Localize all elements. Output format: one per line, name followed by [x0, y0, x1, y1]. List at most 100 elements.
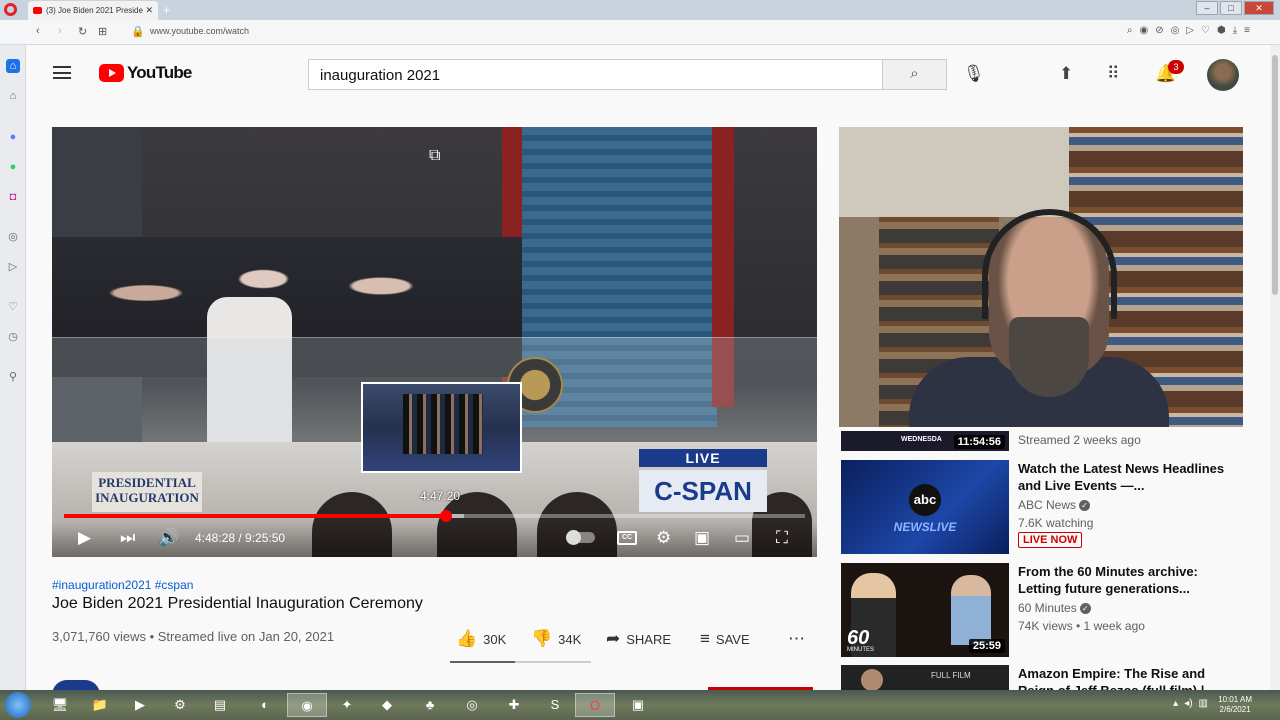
skype-icon[interactable]: S: [535, 693, 575, 717]
seek-preview-thumbnail: [361, 382, 522, 473]
send-icon[interactable]: ▷: [1186, 25, 1194, 36]
download-icon[interactable]: ⤓: [1233, 25, 1237, 36]
volume-icon[interactable]: 🔊: [158, 528, 179, 548]
sidebar-video-4[interactable]: FULL FILM Amazon Empire: The Rise and Re…: [839, 665, 1243, 690]
messenger-icon[interactable]: ●: [6, 130, 20, 144]
miniplayer-icon[interactable]: ⧉: [429, 147, 440, 165]
network-icon[interactable]: ▥: [1199, 698, 1208, 709]
live-now-badge: LIVE NOW: [1018, 532, 1083, 548]
hashtags[interactable]: #inauguration2021 #cspan: [52, 578, 193, 592]
video-title[interactable]: Watch the Latest News Headlines and Live…: [1018, 460, 1238, 494]
taskbar-app-icon[interactable]: ✦: [327, 693, 367, 717]
adblock-icon[interactable]: ⊘: [1155, 25, 1163, 36]
like-button[interactable]: 👍 30K: [456, 629, 506, 649]
video-duration: 25:59: [968, 639, 1005, 653]
browser-tab-bar: (3) Joe Biden 2021 Preside ✕ + – □ ✕: [0, 0, 1280, 20]
search-page-icon[interactable]: ⌕: [1127, 25, 1133, 36]
url-field[interactable]: www.youtube.com/watch: [150, 26, 249, 36]
taskbar-app-icon[interactable]: ⚙: [160, 693, 200, 717]
more-actions-icon[interactable]: ⋯: [788, 629, 805, 649]
close-tab-icon[interactable]: ✕: [145, 5, 153, 16]
next-icon[interactable]: ⏭: [120, 528, 135, 548]
reload-icon[interactable]: ↻: [78, 25, 87, 38]
file-explorer-icon[interactable]: 📁: [80, 693, 120, 717]
taskbar-app-icon[interactable]: ▤: [200, 693, 240, 717]
forward-icon[interactable]: ›: [58, 25, 62, 37]
tray-arrow-icon[interactable]: ▴: [1173, 698, 1178, 709]
taskbar-app-icon[interactable]: ♣: [410, 693, 450, 717]
tab-title: (3) Joe Biden 2021 Preside: [46, 6, 143, 15]
minimize-button[interactable]: –: [1196, 1, 1218, 15]
taskbar-app-icon[interactable]: ◐: [245, 693, 285, 717]
captions-button[interactable]: CC: [617, 531, 637, 545]
dislike-button[interactable]: 👎 34K: [531, 629, 581, 649]
volume-tray-icon[interactable]: ◂): [1184, 698, 1192, 709]
apps-grid-icon[interactable]: ⠿: [1107, 64, 1119, 84]
start-button[interactable]: [5, 692, 31, 718]
media-player-icon[interactable]: ▶: [120, 693, 160, 717]
verified-check-icon: ✓: [1079, 603, 1091, 615]
avatar[interactable]: [1207, 59, 1239, 91]
home-icon[interactable]: ⌂: [6, 59, 20, 73]
taskbar-app-icon[interactable]: ◉: [287, 693, 327, 717]
flow-icon[interactable]: ▷: [6, 260, 20, 274]
autoplay-toggle[interactable]: [566, 530, 595, 545]
menu-icon[interactable]: ≡: [1244, 25, 1250, 36]
pin-icon[interactable]: ⚲: [6, 370, 20, 384]
scrollbar-thumb[interactable]: [1272, 55, 1278, 295]
search-input[interactable]: inauguration 2021: [308, 59, 883, 90]
taskbar-app-icon[interactable]: ▣: [618, 693, 658, 717]
channel-name[interactable]: ABC News ✓: [1018, 498, 1091, 512]
taskbar-clock[interactable]: 10:01 AM 2/6/2021: [1218, 695, 1252, 715]
youtube-logo[interactable]: YouTube: [99, 63, 192, 83]
search-button[interactable]: ⌕: [882, 59, 947, 90]
taskbar-app-icon[interactable]: ◎: [452, 693, 492, 717]
playlist-add-icon: ≡: [700, 629, 710, 648]
search-icon: ⌕: [910, 65, 919, 82]
heart-icon[interactable]: ♡: [1201, 25, 1210, 36]
speed-dial-icon[interactable]: ⊞: [98, 25, 107, 38]
minutes-text: MINUTES: [847, 647, 874, 653]
fullscreen-icon[interactable]: ⛶: [776, 528, 788, 548]
camera-icon[interactable]: ◉: [1139, 25, 1148, 36]
sidebar-video-1[interactable]: WEDNESDA 11:54:56 Streamed 2 weeks ago: [839, 431, 1243, 453]
close-window-button[interactable]: ✕: [1244, 1, 1274, 15]
taskbar-app-icon[interactable]: 🖥: [40, 693, 80, 717]
player-icon[interactable]: ◎: [6, 230, 20, 244]
miniplayer-button-icon[interactable]: ▣: [694, 528, 710, 548]
opera-logo-icon[interactable]: [4, 3, 17, 16]
sidebar-video-3[interactable]: 60 MINUTES 25:59 From the 60 Minutes arc…: [839, 563, 1243, 658]
cspan-logo: C-SPAN: [639, 470, 767, 512]
new-tab-button[interactable]: +: [163, 3, 170, 17]
browser-tab[interactable]: (3) Joe Biden 2021 Preside ✕: [28, 1, 158, 20]
share-button[interactable]: ➦ SHARE: [606, 629, 671, 649]
instagram-icon[interactable]: ◘: [6, 190, 20, 204]
video-player[interactable]: PRESIDENTIAL INAUGURATION LIVE C-SPAN ⧉ …: [52, 127, 817, 557]
speed-dial-sidebar-icon[interactable]: ⌂: [6, 89, 20, 103]
video-title[interactable]: Amazon Empire: The Rise and Reign of Jef…: [1018, 665, 1238, 690]
settings-gear-icon[interactable]: ⚙: [656, 528, 671, 548]
opera-taskbar-icon[interactable]: O: [575, 693, 615, 717]
upload-icon[interactable]: ⬆: [1059, 64, 1073, 84]
taskbar-app-icon[interactable]: ✚: [494, 693, 534, 717]
vpn-icon[interactable]: ◎: [1171, 25, 1180, 36]
scrollbar[interactable]: [1270, 45, 1280, 690]
whatsapp-icon[interactable]: ●: [6, 160, 20, 174]
bookmarks-icon[interactable]: ♡: [6, 300, 20, 314]
progress-bar[interactable]: [64, 510, 805, 522]
extension-icon[interactable]: ⬢: [1217, 25, 1226, 36]
video-title[interactable]: From the 60 Minutes archive: Letting fut…: [1018, 563, 1238, 597]
history-icon[interactable]: ◷: [6, 330, 20, 344]
play-icon[interactable]: ▶: [78, 528, 91, 548]
save-button[interactable]: ≡ SAVE: [700, 629, 750, 649]
time-display: 4:48:28 / 9:25:50: [195, 531, 286, 545]
browser-toolbar-icons: ⌕ ◉ ⊘ ◎ ▷ ♡ ⬢ ⤓ ≡: [1127, 25, 1250, 36]
hamburger-menu-icon[interactable]: [53, 66, 71, 79]
channel-name[interactable]: 60 Minutes ✓: [1018, 601, 1091, 615]
maximize-button[interactable]: □: [1220, 1, 1242, 15]
sidebar-video-2[interactable]: abc NEWSLIVE Watch the Latest News Headl…: [839, 460, 1243, 555]
theater-mode-icon[interactable]: ▭: [734, 528, 750, 548]
voice-search-icon[interactable]: 🎙: [963, 64, 985, 84]
taskbar-app-icon[interactable]: ◆: [367, 693, 407, 717]
back-icon[interactable]: ‹: [36, 25, 40, 37]
